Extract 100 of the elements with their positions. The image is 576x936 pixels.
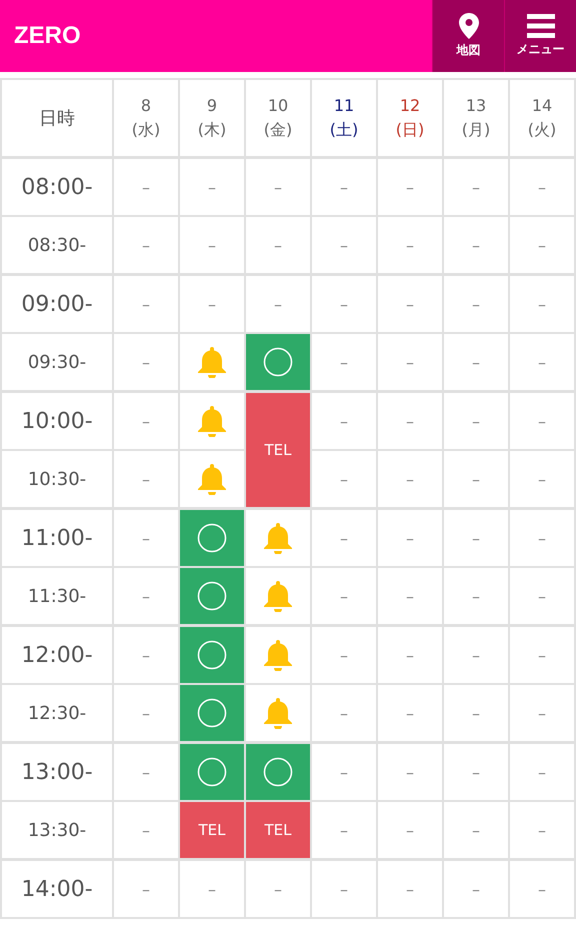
waitlist-slot-cell[interactable] — [245, 684, 311, 742]
circle-icon — [263, 347, 293, 377]
empty-slot-cell: – — [245, 274, 311, 333]
available-slot-cell[interactable] — [179, 742, 245, 801]
empty-slot-cell: – — [443, 450, 509, 508]
empty-slot-cell: – — [113, 158, 179, 216]
map-pin-icon — [458, 13, 478, 39]
waitlist-slot-cell[interactable] — [179, 392, 245, 450]
waitlist-slot-cell[interactable] — [179, 450, 245, 508]
empty-slot-cell: – — [113, 626, 179, 684]
empty-slot-cell: – — [113, 216, 179, 274]
empty-slot-cell: – — [113, 392, 179, 450]
available-slot-cell[interactable] — [245, 742, 311, 801]
bell-icon — [264, 639, 292, 671]
empty-slot-cell: – — [377, 158, 443, 216]
empty-slot-cell: – — [443, 801, 509, 860]
empty-slot-cell: – — [377, 392, 443, 450]
bell-icon — [198, 346, 226, 378]
empty-slot-cell: – — [377, 450, 443, 508]
empty-slot-cell: – — [509, 626, 575, 684]
empty-slot-cell: – — [509, 742, 575, 801]
empty-slot-cell: – — [179, 216, 245, 274]
available-slot-cell[interactable] — [179, 567, 245, 626]
circle-icon — [197, 523, 227, 553]
empty-slot-cell: – — [311, 567, 377, 626]
empty-slot-cell: – — [443, 626, 509, 684]
empty-slot-cell: – — [113, 508, 179, 567]
empty-slot-cell: – — [377, 508, 443, 567]
column-header: 日時 — [1, 79, 113, 158]
empty-slot-cell: – — [113, 860, 179, 918]
circle-icon — [197, 640, 227, 670]
empty-slot-cell: – — [509, 216, 575, 274]
empty-slot-cell: – — [311, 333, 377, 392]
circle-icon — [197, 698, 227, 728]
available-slot-cell[interactable] — [245, 333, 311, 392]
empty-slot-cell: – — [311, 801, 377, 860]
empty-slot-cell: – — [377, 801, 443, 860]
empty-slot-cell: – — [311, 158, 377, 216]
empty-slot-cell: – — [443, 158, 509, 216]
empty-slot-cell: – — [509, 801, 575, 860]
available-slot-cell[interactable] — [179, 684, 245, 742]
empty-slot-cell: – — [377, 216, 443, 274]
bell-icon — [198, 405, 226, 437]
empty-slot-cell: – — [113, 274, 179, 333]
waitlist-slot-cell[interactable] — [245, 626, 311, 684]
empty-slot-cell: – — [377, 274, 443, 333]
empty-slot-cell: – — [509, 274, 575, 333]
circle-icon — [263, 757, 293, 787]
empty-slot-cell: – — [509, 450, 575, 508]
phone-slot-cell: TEL — [245, 801, 311, 860]
empty-slot-cell: – — [311, 450, 377, 508]
empty-slot-cell: – — [311, 684, 377, 742]
waitlist-slot-cell[interactable] — [179, 333, 245, 392]
empty-slot-cell: – — [443, 684, 509, 742]
bell-icon — [264, 580, 292, 612]
empty-slot-cell: – — [443, 274, 509, 333]
empty-slot-cell: – — [509, 158, 575, 216]
empty-slot-cell: – — [509, 333, 575, 392]
bell-icon — [264, 697, 292, 729]
empty-slot-cell: – — [311, 742, 377, 801]
empty-slot-cell: – — [443, 216, 509, 274]
empty-slot-cell: – — [377, 333, 443, 392]
circle-icon — [197, 581, 227, 611]
empty-slot-cell: – — [179, 860, 245, 918]
menu-button[interactable]: メニュー — [504, 0, 576, 72]
empty-slot-cell: – — [377, 567, 443, 626]
circle-icon — [197, 757, 227, 787]
empty-slot-cell: – — [377, 742, 443, 801]
available-slot-cell[interactable] — [179, 508, 245, 567]
phone-slot-cell: TEL — [179, 801, 245, 860]
empty-slot-cell: – — [311, 626, 377, 684]
bell-icon — [198, 463, 226, 495]
empty-slot-cell: – — [113, 801, 179, 860]
empty-slot-cell: – — [311, 860, 377, 918]
empty-slot-cell: – — [179, 274, 245, 333]
empty-slot-cell: – — [509, 392, 575, 450]
empty-slot-cell: – — [443, 508, 509, 567]
phone-slot-cell: TEL — [245, 392, 311, 508]
empty-slot-cell: – — [443, 567, 509, 626]
empty-slot-cell: – — [443, 392, 509, 450]
empty-slot-cell: – — [509, 684, 575, 742]
empty-slot-cell: – — [443, 742, 509, 801]
empty-slot-cell: – — [509, 508, 575, 567]
waitlist-slot-cell[interactable] — [245, 508, 311, 567]
empty-slot-cell: – — [311, 216, 377, 274]
empty-slot-cell: – — [377, 626, 443, 684]
empty-slot-cell: – — [311, 508, 377, 567]
empty-slot-cell: – — [245, 860, 311, 918]
bell-icon — [264, 522, 292, 554]
empty-slot-cell: – — [245, 216, 311, 274]
empty-slot-cell: – — [179, 158, 245, 216]
empty-slot-cell: – — [113, 567, 179, 626]
empty-slot-cell: – — [113, 333, 179, 392]
available-slot-cell[interactable] — [179, 626, 245, 684]
empty-slot-cell: – — [113, 742, 179, 801]
map-button[interactable]: 地図 — [432, 0, 504, 72]
waitlist-slot-cell[interactable] — [245, 567, 311, 626]
empty-slot-cell: – — [443, 860, 509, 918]
empty-slot-cell: – — [377, 860, 443, 918]
empty-slot-cell: – — [377, 684, 443, 742]
